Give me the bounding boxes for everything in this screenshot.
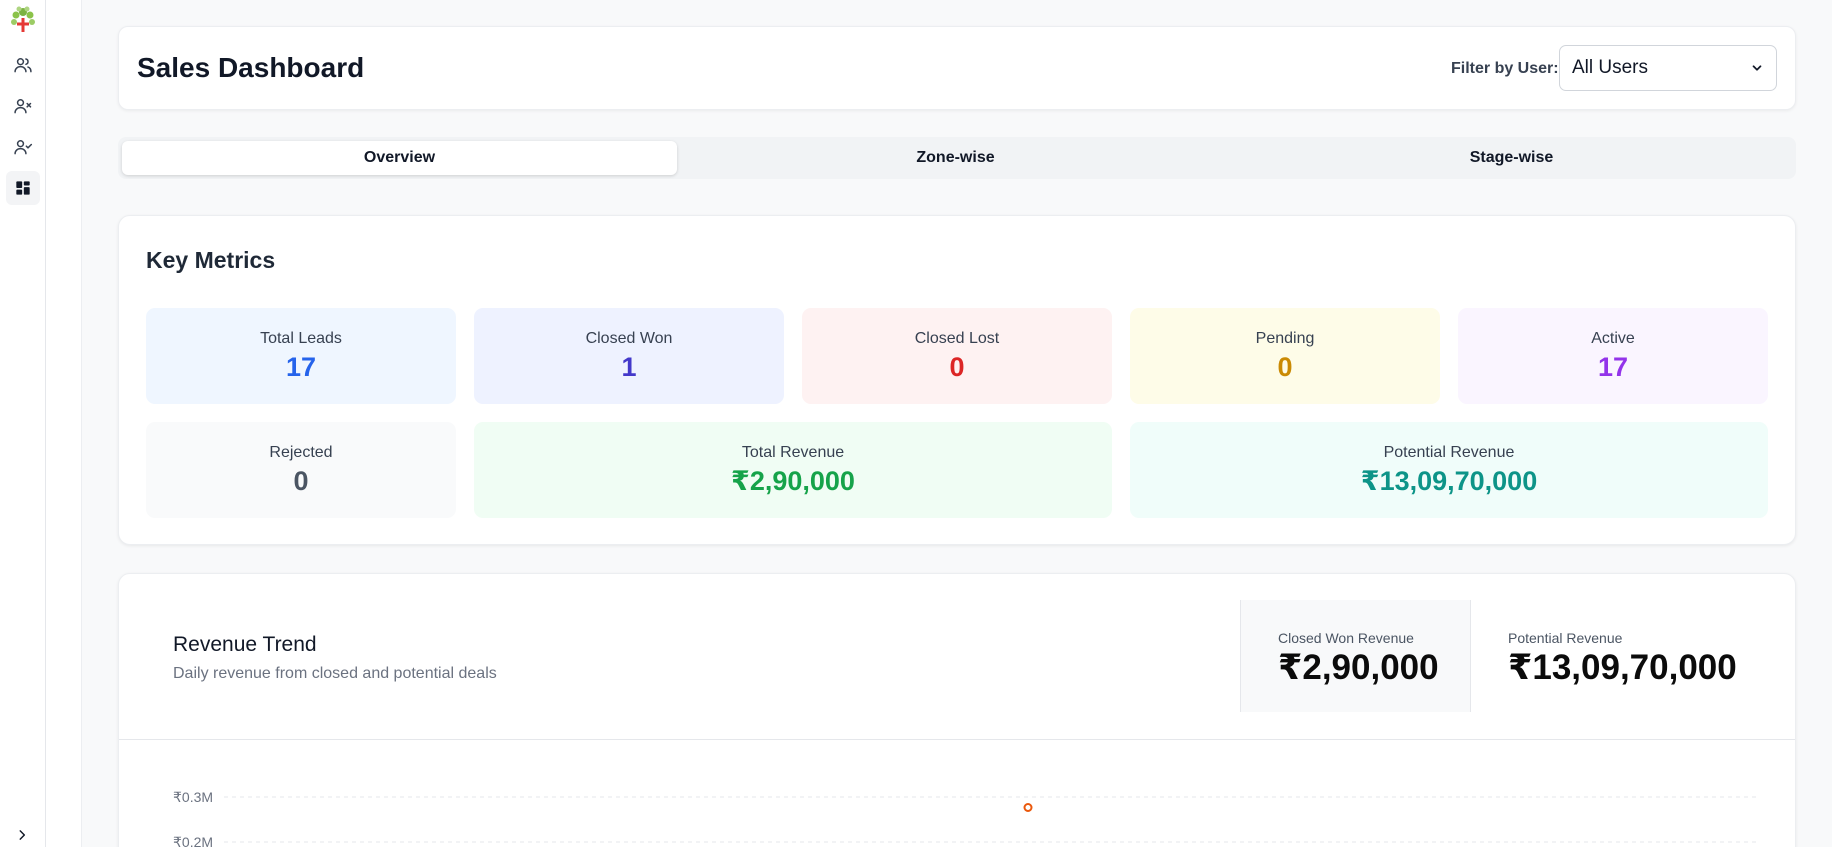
potential-revenue-label: Potential Revenue bbox=[1508, 630, 1623, 646]
logo-icon[interactable] bbox=[6, 2, 40, 36]
page-title: Sales Dashboard bbox=[137, 52, 365, 83]
metric-label: Active bbox=[1591, 329, 1635, 347]
metric-total-revenue: Total Revenue ₹2,90,000 bbox=[474, 422, 1112, 518]
metric-value: ₹13,09,70,000 bbox=[1360, 465, 1538, 496]
closed-won-revenue-value: ₹2,90,000 bbox=[1278, 648, 1439, 687]
user-check-icon[interactable] bbox=[6, 130, 40, 164]
main-content: Sales Dashboard Filter by User: All User… bbox=[82, 0, 1832, 847]
tab-stage-wise[interactable]: Stage-wise bbox=[1234, 141, 1789, 175]
sidebar bbox=[0, 0, 46, 847]
metric-value: 17 bbox=[285, 351, 317, 382]
revenue-trend-chart: ₹0.3M ₹0.2M bbox=[173, 789, 1759, 847]
metric-label: Potential Revenue bbox=[1383, 443, 1515, 461]
metric-pending: Pending 0 bbox=[1130, 308, 1440, 404]
metric-active: Active 17 bbox=[1458, 308, 1768, 404]
metric-label: Closed Lost bbox=[914, 329, 1000, 347]
tab-zone-wise[interactable]: Zone-wise bbox=[678, 141, 1233, 175]
metric-label: Closed Won bbox=[585, 329, 673, 347]
metric-label: Pending bbox=[1255, 329, 1315, 347]
filter-label: Filter by User: bbox=[1451, 60, 1559, 77]
user-x-icon[interactable] bbox=[6, 89, 40, 123]
metric-label: Rejected bbox=[269, 443, 333, 461]
metric-closed-lost: Closed Lost 0 bbox=[802, 308, 1112, 404]
metric-value: 0 bbox=[949, 351, 965, 382]
metric-value: 0 bbox=[1277, 351, 1293, 382]
dashboard-icon[interactable] bbox=[5, 171, 40, 205]
section-title: Key Metrics bbox=[146, 247, 276, 273]
potential-revenue-value: ₹13,09,70,000 bbox=[1508, 648, 1737, 687]
y-tick-label: ₹0.3M bbox=[173, 789, 213, 805]
closed-won-revenue-box[interactable]: Closed Won Revenue ₹2,90,000 bbox=[1240, 600, 1470, 712]
metric-total-leads: Total Leads 17 bbox=[146, 308, 456, 404]
metric-value: ₹2,90,000 bbox=[731, 465, 855, 496]
tab-bar: Overview Zone-wise Stage-wise bbox=[118, 137, 1796, 179]
users-icon[interactable] bbox=[6, 48, 40, 82]
metric-rejected: Rejected 0 bbox=[146, 422, 456, 518]
y-tick-label: ₹0.2M bbox=[173, 834, 213, 847]
data-point[interactable] bbox=[1023, 803, 1033, 812]
metric-value: 1 bbox=[621, 351, 637, 382]
closed-won-revenue-label: Closed Won Revenue bbox=[1278, 630, 1414, 646]
trend-subtitle: Daily revenue from closed and potential … bbox=[173, 665, 497, 682]
potential-revenue-box[interactable]: Potential Revenue ₹13,09,70,000 bbox=[1470, 600, 1770, 712]
metric-potential-revenue: Potential Revenue ₹13,09,70,000 bbox=[1130, 422, 1768, 518]
tab-overview[interactable]: Overview bbox=[122, 141, 677, 175]
chevron-down-icon bbox=[1752, 65, 1762, 71]
metric-value: 0 bbox=[293, 465, 309, 496]
trend-title: Revenue Trend bbox=[173, 633, 317, 656]
metric-closed-won: Closed Won 1 bbox=[474, 308, 784, 404]
header-card: Sales Dashboard Filter by User: All User… bbox=[118, 26, 1796, 110]
sidebar-gutter bbox=[46, 0, 82, 847]
metric-value: 17 bbox=[1597, 351, 1629, 382]
metric-label: Total Leads bbox=[260, 329, 342, 347]
chevron-right-icon[interactable] bbox=[12, 825, 32, 845]
revenue-trend-card: Revenue Trend Daily revenue from closed … bbox=[118, 573, 1796, 847]
user-filter-select[interactable]: All Users bbox=[1559, 45, 1777, 91]
key-metrics-card: Key Metrics Total Leads 17 Closed Won 1 … bbox=[118, 215, 1796, 545]
user-filter-value: All Users bbox=[1572, 57, 1649, 78]
metric-label: Total Revenue bbox=[741, 443, 845, 461]
